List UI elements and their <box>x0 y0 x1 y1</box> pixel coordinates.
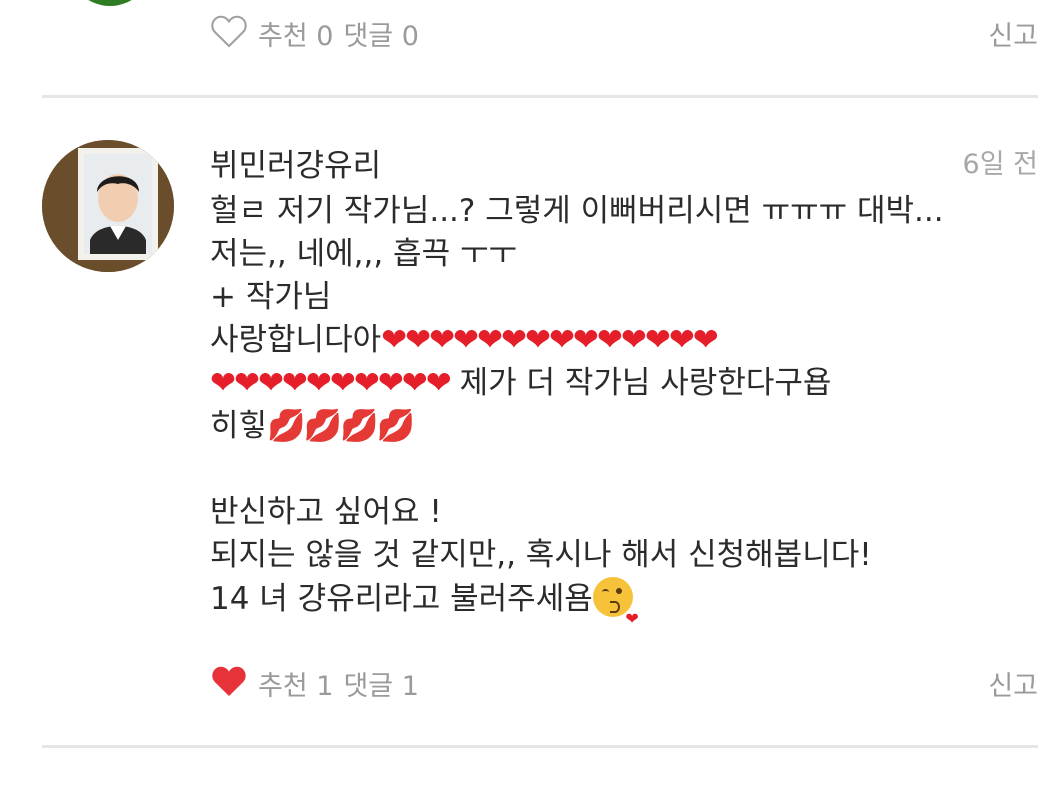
comment-line: 되지는 않을 것 같지만,, 혹시나 해서 신청해봅니다! <box>210 537 872 573</box>
report-button[interactable]: 신고 <box>988 14 1038 53</box>
kiss-mark-emoji-row: 💋💋💋💋 <box>267 408 415 444</box>
comment-divider <box>42 745 1038 748</box>
comment-actions: 추천 1 댓글 1 <box>210 661 419 705</box>
comment-line: 사랑합니다아❤❤❤❤❤❤❤❤❤❤❤❤❤❤ <box>210 319 1010 362</box>
recommend-button[interactable]: 추천 0 <box>258 14 333 53</box>
comment-text: 히힣 <box>210 408 268 444</box>
face-blowing-kiss-icon: ❤ <box>592 577 639 628</box>
heart-emoji-row: ❤❤❤❤❤❤❤❤❤❤❤❤❤❤ <box>381 322 719 358</box>
comment-line: 반신하고 싶어요 ! <box>210 494 442 530</box>
comment-text: 제가 더 작가님 사랑한다구욥 <box>449 365 832 401</box>
reply-count-button[interactable]: 댓글 0 <box>343 14 418 53</box>
heart-outline-icon[interactable] <box>210 13 248 53</box>
reply-count-button[interactable]: 댓글 1 <box>343 664 418 703</box>
previous-comment-actions: 추천 0 댓글 0 <box>210 11 419 55</box>
heart-emoji-row: ❤❤❤❤❤❤❤❤❤❤ <box>210 365 452 401</box>
recommend-button[interactable]: 추천 1 <box>258 664 333 703</box>
previous-commenter-avatar[interactable] <box>68 0 152 6</box>
report-button[interactable]: 신고 <box>988 664 1038 703</box>
heart-filled-icon[interactable] <box>210 663 248 703</box>
comment-line: 히힣💋💋💋💋 <box>210 405 1010 448</box>
comment-text: 14 녀 걍유리라고 불러주세욤 <box>210 581 593 617</box>
comment-line: + 작가님 <box>210 279 332 315</box>
commenter-avatar[interactable] <box>42 140 174 272</box>
commenter-username[interactable]: 뷔민러걍유리 <box>210 140 381 185</box>
comment-body: 헐ㄹ 저기 작가님...? 그렇게 이뻐버리시면 ㅠㅠㅠ 대박... 저는,, … <box>210 190 1010 628</box>
comment-date: 6일 전 <box>962 149 1038 180</box>
comment-text: 사랑합니다아 <box>210 322 382 358</box>
comment-line: ❤❤❤❤❤❤❤❤❤❤ 제가 더 작가님 사랑한다구욥 <box>210 362 1010 405</box>
comment-line: 헐ㄹ 저기 작가님...? 그렇게 이뻐버리시면 ㅠㅠㅠ 대박... <box>210 193 944 229</box>
comment-divider <box>42 95 1038 98</box>
comment-line: 저는,, 네에,,, 흡끅 ㅜㅜ <box>210 236 517 272</box>
comment-line: 14 녀 걍유리라고 불러주세욤 ❤ <box>210 577 1010 628</box>
